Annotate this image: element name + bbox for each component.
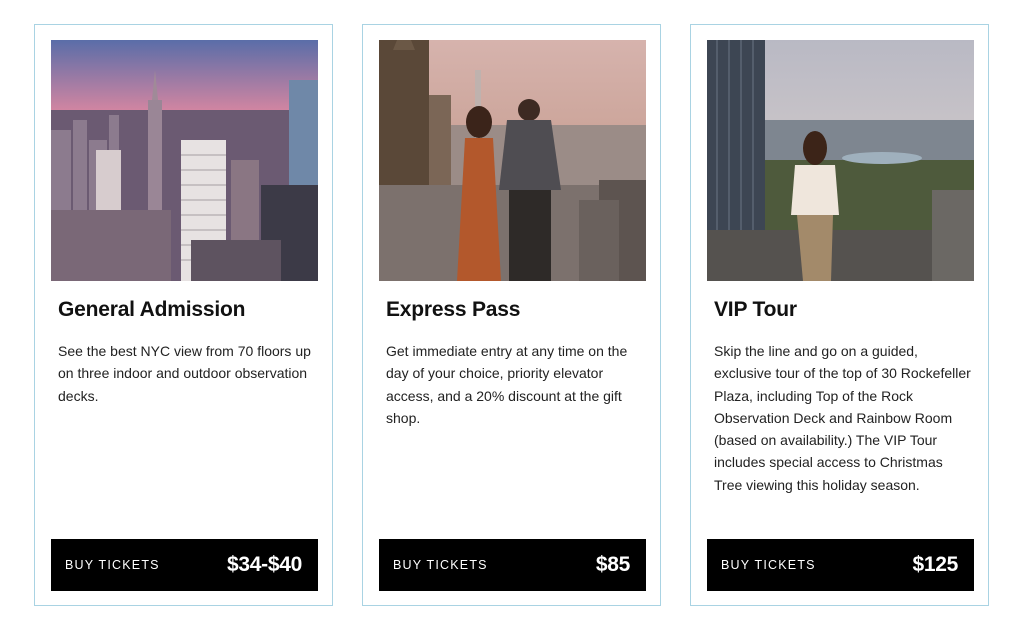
- ticket-card-vip-tour: VIP Tour Skip the line and go on a guide…: [690, 24, 989, 606]
- buy-tickets-button[interactable]: BUY TICKETS $125: [707, 539, 974, 591]
- card-description: Get immediate entry at any time on the d…: [386, 343, 628, 426]
- price-label: $85: [595, 553, 630, 576]
- city-skyline-sunset-photo[interactable]: [51, 40, 318, 281]
- buy-tickets-label: BUY TICKETS: [393, 558, 488, 572]
- couple-overlook-photo[interactable]: [379, 40, 646, 281]
- buy-tickets-label: BUY TICKETS: [721, 558, 816, 572]
- card-title: Express Pass: [386, 298, 521, 321]
- buy-tickets-button[interactable]: BUY TICKETS $85: [379, 539, 646, 591]
- card-title: VIP Tour: [714, 298, 797, 321]
- buy-tickets-button[interactable]: BUY TICKETS $34-$40: [51, 539, 318, 591]
- buy-tickets-label: BUY TICKETS: [65, 558, 160, 572]
- card-title: General Admission: [58, 298, 246, 321]
- woman-central-park-view-photo[interactable]: [707, 40, 974, 281]
- price-label: $34-$40: [227, 553, 302, 576]
- price-label: $125: [912, 553, 958, 576]
- ticket-card-express-pass: Express Pass Get immediate entry at any …: [362, 24, 661, 606]
- card-description: Skip the line and go on a guided, exclus…: [714, 343, 971, 493]
- ticket-card-general-admission: General Admission See the best NYC view …: [34, 24, 333, 606]
- card-description: See the best NYC view from 70 floors up …: [58, 343, 311, 404]
